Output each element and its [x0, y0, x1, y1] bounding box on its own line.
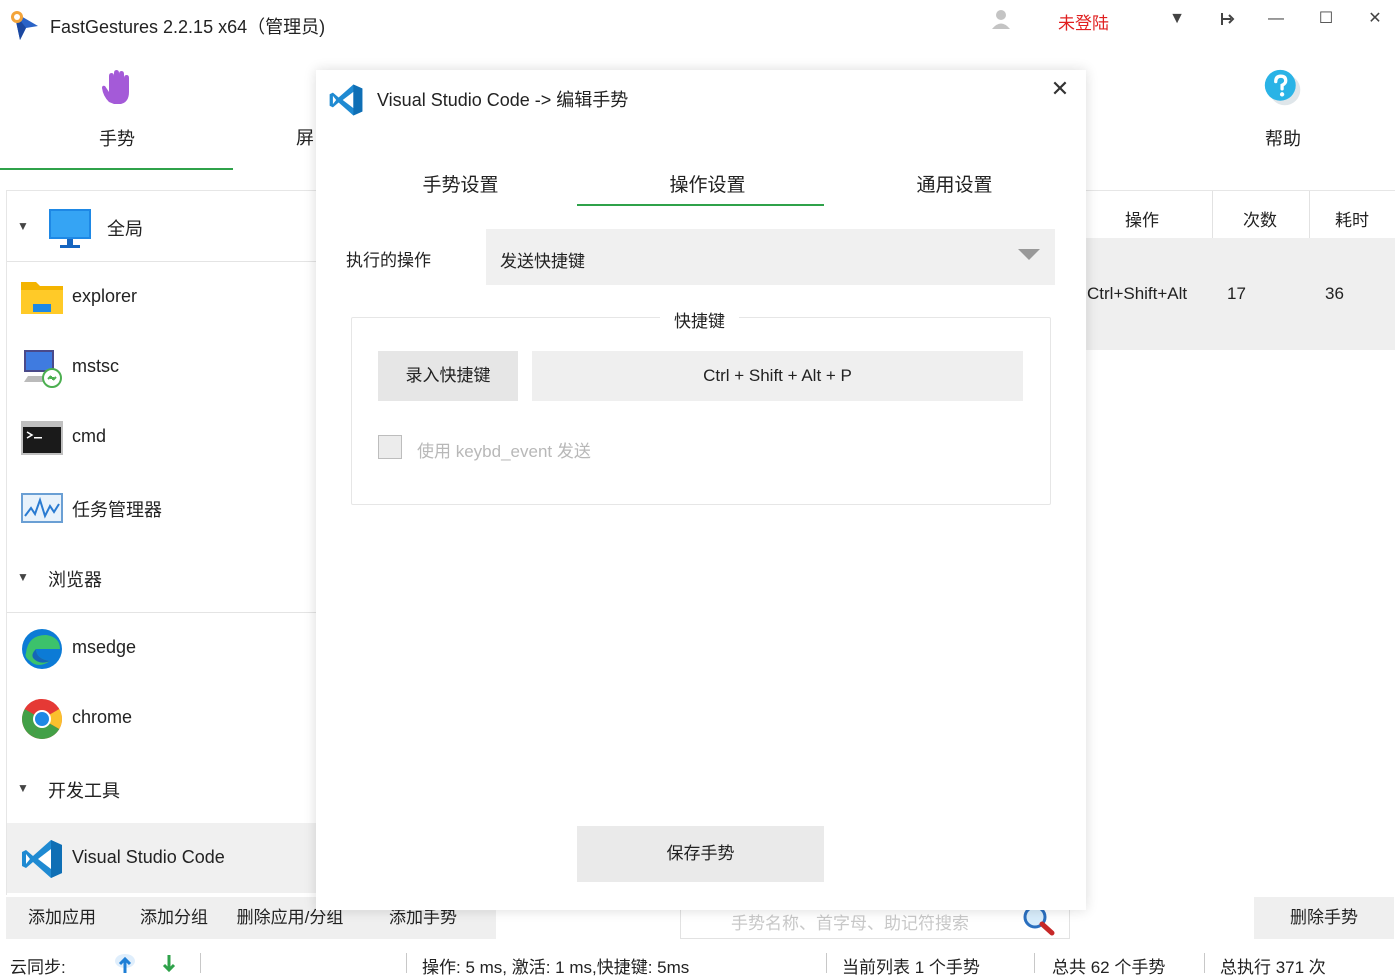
performance-stats: 操作: 5 ms, 激活: 1 ms,快捷键: 5ms [422, 958, 690, 977]
edge-icon [22, 629, 62, 669]
tab-gesture-label: 手势 [99, 129, 135, 149]
terminal-icon [21, 421, 63, 455]
table-row[interactable]: Ctrl+Shift+Alt 17 36 [1085, 238, 1395, 350]
sidebar-item-vscode[interactable]: Visual Studio Code [7, 823, 317, 893]
column-header-action[interactable]: 操作 [1125, 206, 1159, 231]
tab-screen[interactable]: 屏 [296, 68, 318, 150]
gesture-tab-indicator [0, 168, 233, 170]
hand-icon [102, 70, 129, 104]
collapse-caret-icon[interactable]: ▼ [17, 570, 29, 584]
status-divider [1034, 953, 1035, 973]
operation-select[interactable]: 发送快捷键 [486, 229, 1055, 285]
sidebar-item-cmd[interactable]: cmd [7, 402, 317, 472]
user-avatar-icon[interactable] [990, 8, 1012, 30]
chrome-icon [22, 699, 62, 739]
tab-gesture-settings[interactable]: 手势设置 [337, 170, 584, 197]
sidebar-item-label: 全局 [107, 219, 143, 239]
sidebar-item-label: msedge [72, 637, 137, 657]
hotkey-group-box [351, 317, 1051, 505]
gesture-table-header: 操作 次数 耗时 [1085, 190, 1395, 239]
edit-gesture-dialog: Visual Studio Code -> 编辑手势 ✕ 手势设置 操作设置 通… [316, 70, 1086, 910]
sidebar-item-task-manager[interactable]: 任务管理器 [7, 472, 317, 542]
sidebar-item-msedge[interactable]: msedge [7, 613, 317, 683]
sidebar-group-browsers[interactable]: ▼ 浏览器 [7, 542, 317, 612]
column-header-count[interactable]: 次数 [1243, 206, 1277, 231]
collapse-caret-icon[interactable]: ▼ [17, 781, 29, 795]
status-bar: 云同步: 操作: 5 ms, 激活: 1 ms,快捷键: 5ms 当前列表 1 … [0, 945, 1400, 980]
tab-operation-settings[interactable]: 操作设置 [584, 170, 831, 197]
operation-label: 执行的操作 [346, 251, 431, 270]
delete-gesture-button[interactable]: 删除手势 [1254, 897, 1394, 939]
status-divider [1204, 953, 1205, 973]
app-sidebar: ▼ 全局 explorer mstsc cmd 任务管理器 ▼ 浏览器 msed… [6, 190, 317, 895]
maximize-button[interactable]: ☐ [1311, 6, 1341, 32]
folder-icon [21, 282, 63, 314]
sidebar-item-label: 浏览器 [48, 570, 102, 590]
remote-desktop-icon [24, 350, 62, 388]
app-logo-icon [11, 11, 38, 40]
search-input[interactable]: 手势名称、首字母、助记符搜索 [731, 909, 969, 934]
help-icon [1264, 69, 1301, 106]
current-list-count: 当前列表 1 个手势 [842, 958, 980, 977]
status-divider [200, 953, 201, 973]
tab-screen-label: 屏 [296, 128, 314, 148]
pin-button[interactable] [1212, 6, 1242, 32]
cloud-sync-label: 云同步: [10, 958, 66, 977]
status-divider [826, 953, 827, 973]
task-manager-icon [21, 493, 63, 523]
title-bar: FastGestures 2.2.15 x64（管理员) 未登陆 ▼ — ☐ ✕ [0, 0, 1400, 50]
close-button[interactable]: ✕ [1360, 6, 1390, 32]
minimize-button[interactable]: — [1261, 6, 1291, 32]
sidebar-group-dev-tools[interactable]: ▼ 开发工具 [7, 753, 317, 823]
vscode-icon [329, 84, 363, 116]
window-title: FastGestures 2.2.15 x64（管理员) [50, 17, 326, 37]
add-app-button[interactable]: 添加应用 [6, 897, 118, 939]
hotkey-group-title: 快捷键 [660, 307, 739, 332]
login-status-link[interactable]: 未登陆 [1058, 9, 1109, 34]
tab-general-settings[interactable]: 通用设置 [831, 170, 1078, 197]
vscode-icon [22, 840, 62, 878]
cell-action: Ctrl+Shift+Alt [1087, 284, 1188, 303]
collapse-caret-icon[interactable]: ▼ [17, 219, 29, 233]
save-gesture-button[interactable]: 保存手势 [577, 826, 824, 882]
column-divider [1309, 191, 1310, 239]
status-divider [406, 953, 407, 973]
sidebar-item-label: explorer [72, 286, 138, 306]
active-tab-indicator [577, 204, 824, 206]
sidebar-item-label: 任务管理器 [72, 500, 162, 520]
hotkey-display-field[interactable]: Ctrl + Shift + Alt + P [532, 351, 1023, 401]
sidebar-item-label: mstsc [72, 356, 119, 376]
chevron-down-icon [1018, 249, 1040, 260]
tab-help-label: 帮助 [1265, 129, 1301, 149]
column-header-time[interactable]: 耗时 [1335, 206, 1369, 231]
sidebar-item-label: 开发工具 [48, 781, 120, 801]
upload-arrow-icon[interactable] [114, 951, 136, 975]
tab-help[interactable]: 帮助 [1244, 68, 1322, 151]
cell-count: 17 [1227, 284, 1246, 303]
tab-gesture[interactable]: 手势 [78, 68, 156, 151]
total-gestures-count: 总共 62 个手势 [1052, 958, 1166, 977]
sidebar-item-label: cmd [72, 426, 107, 446]
total-exec-count: 总执行 371 次 [1220, 958, 1326, 977]
sidebar-item-explorer[interactable]: explorer [7, 262, 317, 332]
pin-icon [1221, 13, 1235, 25]
monitor-icon [49, 209, 91, 248]
download-arrow-icon[interactable] [158, 951, 180, 975]
keybd-event-label[interactable]: 使用 keybd_event 发送 [417, 437, 591, 462]
sidebar-group-global[interactable]: ▼ 全局 [7, 191, 317, 261]
sidebar-item-mstsc[interactable]: mstsc [7, 332, 317, 402]
record-hotkey-button[interactable]: 录入快捷键 [378, 351, 518, 401]
menu-dropdown-button[interactable]: ▼ [1162, 6, 1192, 32]
sidebar-item-chrome[interactable]: chrome [7, 683, 317, 753]
sidebar-item-label: chrome [72, 707, 133, 727]
keybd-event-checkbox[interactable] [378, 435, 402, 459]
column-divider [1212, 191, 1213, 239]
dialog-close-button[interactable]: ✕ [1050, 78, 1070, 100]
sidebar-item-label: Visual Studio Code [72, 847, 225, 867]
cell-time: 36 [1325, 284, 1344, 303]
dialog-title: Visual Studio Code -> 编辑手势 [377, 90, 629, 110]
operation-select-value: 发送快捷键 [500, 252, 585, 271]
add-group-button[interactable]: 添加分组 [118, 897, 230, 939]
